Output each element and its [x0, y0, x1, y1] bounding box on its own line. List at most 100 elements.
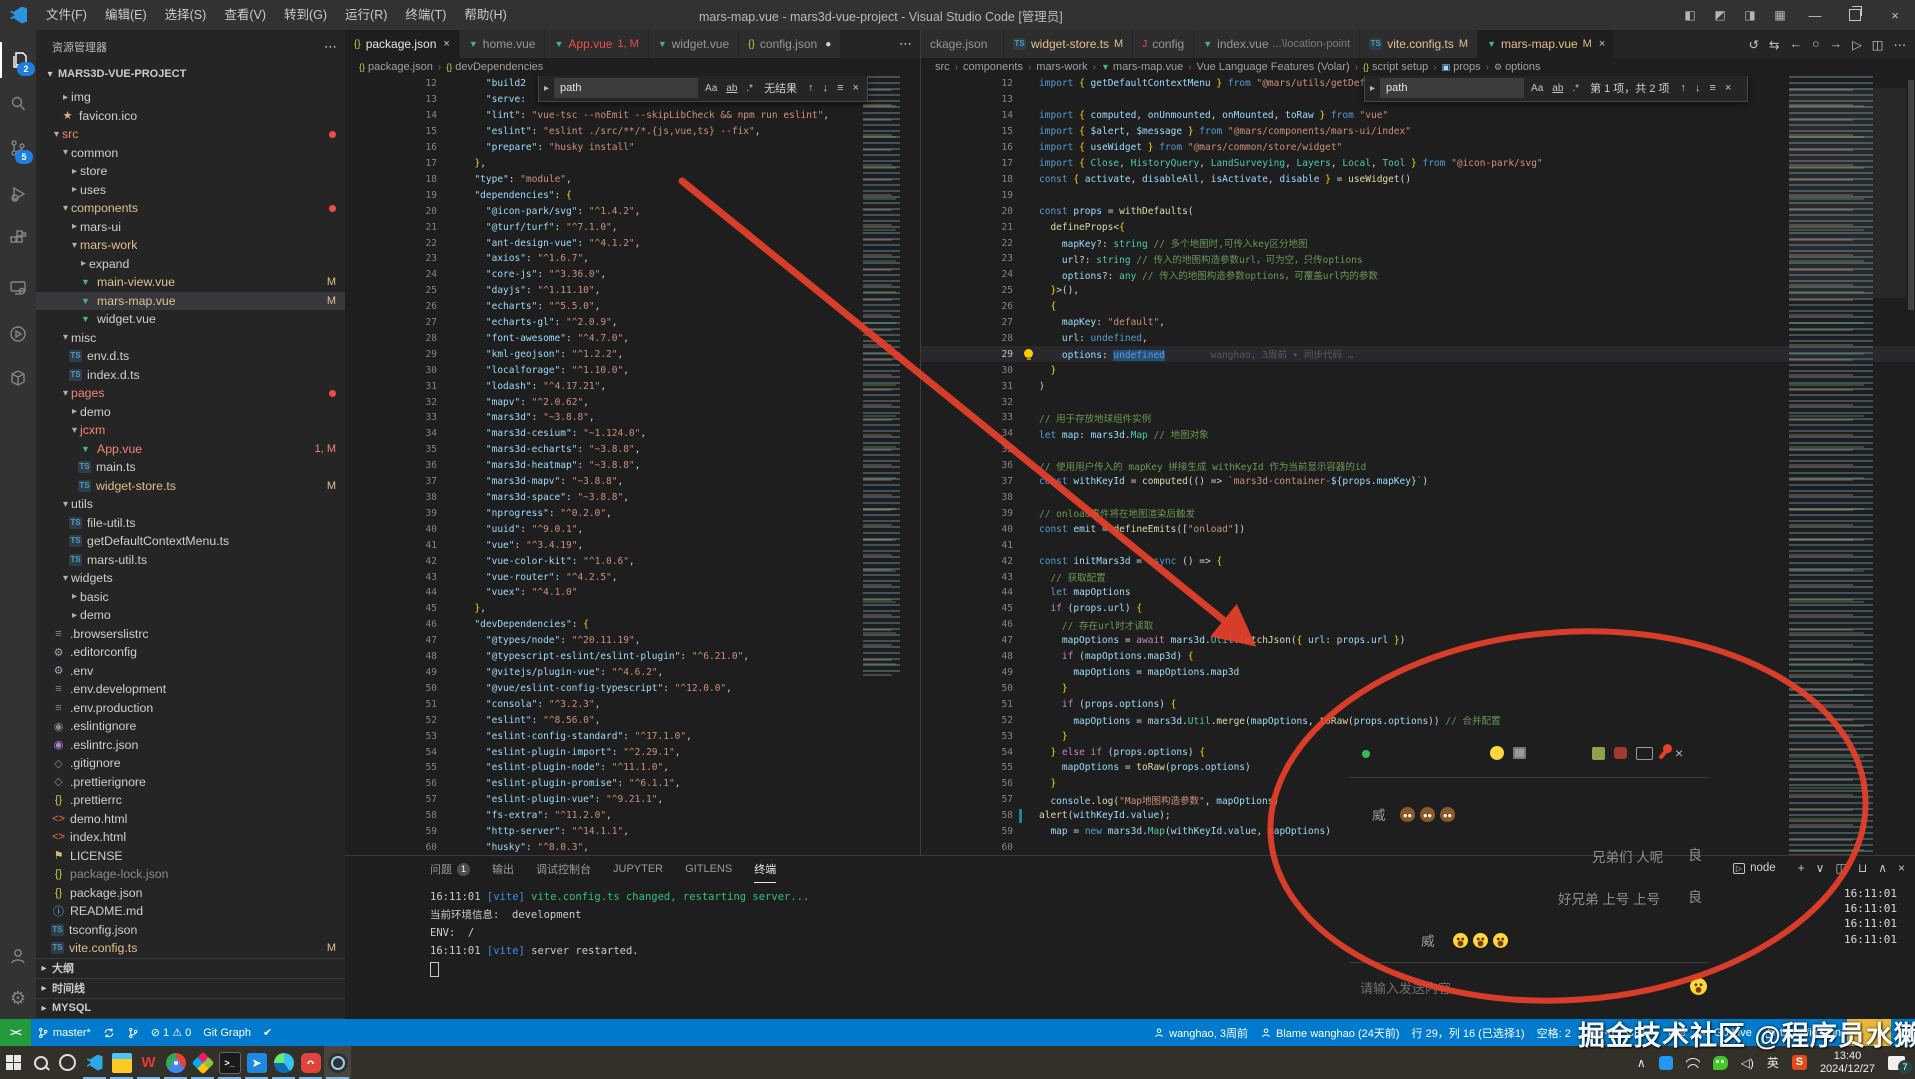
file-tree-item[interactable]: {}package.json [36, 884, 345, 903]
sidebar-section-时间线[interactable]: ▸时间线 [36, 978, 345, 998]
code-line-40[interactable]: 40const emit = defineEmits(["onload"]) [921, 521, 1915, 537]
file-tree-item[interactable]: ▾jcxm [36, 421, 345, 440]
taskbar-explorer-icon[interactable] [108, 1046, 135, 1079]
panel-tab-GITLENS[interactable]: GITLENS [685, 856, 732, 882]
settings-gear-icon[interactable]: ⚙ [0, 980, 36, 1016]
editor-tab-package.json[interactable]: {}package.json× [345, 30, 460, 58]
file-tree-item[interactable]: TSenv.d.ts [36, 347, 345, 366]
code-line-26[interactable]: 26 { [921, 299, 1915, 315]
find-prev-icon[interactable]: ↑ [1679, 82, 1689, 94]
code-line-18[interactable]: 18const { activate, disableAll, isActiva… [921, 171, 1915, 187]
taskbar-wps-icon[interactable]: W [135, 1046, 162, 1079]
menu-item[interactable]: 查看(V) [215, 0, 275, 30]
code-line-58[interactable]: 58 "fs-extra": "^11.2.0", [345, 808, 920, 824]
breadcrumb-item[interactable]: {}package.json [359, 61, 433, 73]
explorer-icon[interactable]: 2 [0, 42, 38, 78]
file-tree-item[interactable]: TSwidget-store.tsM [36, 477, 345, 496]
code-line-24[interactable]: 24 "core-js": "^3.36.0", [345, 267, 920, 283]
editor-tab-widget-store.ts[interactable]: TSwidget-store.tsM [1004, 30, 1133, 58]
file-tree-item[interactable]: ⓘREADME.md [36, 902, 345, 921]
account-icon[interactable] [0, 938, 36, 974]
minimize-button[interactable]: — [1795, 0, 1835, 30]
tab-close-icon[interactable]: × [1599, 38, 1605, 50]
file-tree-item[interactable]: ▾widgets [36, 569, 345, 588]
find-close-icon[interactable]: × [850, 82, 860, 94]
code-line-43[interactable]: 43 // 获取配置 [921, 569, 1915, 585]
menu-item[interactable]: 转到(G) [275, 0, 336, 30]
tray-wechat-icon[interactable] [1713, 1056, 1728, 1070]
file-tree-item[interactable]: ▾common [36, 144, 345, 163]
menu-item[interactable]: 编辑(E) [96, 0, 156, 30]
code-line-51[interactable]: 51 if (props.options) { [921, 696, 1915, 712]
customize-layout-icon[interactable]: ▦ [1765, 0, 1795, 30]
code-line-51[interactable]: 51 "consola": "^3.2.3", [345, 696, 920, 712]
status-item-行 29，列 16 (已选择1)[interactable]: 行 29，列 16 (已选择1) [1406, 1019, 1531, 1046]
toggle-sidebar-icon[interactable]: ◧ [1675, 0, 1705, 30]
code-line-41[interactable]: 41 [921, 537, 1915, 553]
find-input[interactable]: path [554, 78, 698, 98]
code-line-36[interactable]: 36 "mars3d-heatmap": "~3.8.8", [345, 458, 920, 474]
code-line-16[interactable]: 16 "prepare": "husky install" [345, 140, 920, 156]
file-tree-item[interactable]: TSindex.d.ts [36, 366, 345, 385]
code-line-42[interactable]: 42const initMars3d = async () => { [921, 553, 1915, 569]
file-tree-item[interactable]: ★favicon.ico [36, 107, 345, 126]
code-line-22[interactable]: 22 "ant-design-vue": "^4.1.2", [345, 235, 920, 251]
file-tree-item[interactable]: ▾utils [36, 495, 345, 514]
file-tree-item[interactable]: <>demo.html [36, 810, 345, 829]
restore-button[interactable] [1835, 0, 1875, 30]
menu-item[interactable]: 选择(S) [156, 0, 216, 30]
file-tree-item[interactable]: ▸img [36, 88, 345, 107]
file-tree-item[interactable]: ▾components [36, 199, 345, 218]
menu-item[interactable]: 帮助(H) [455, 0, 515, 30]
left-breadcrumb[interactable]: {}package.json›{}devDependencies [345, 58, 920, 76]
status-item-UTF-8[interactable]: UTF-8 [1577, 1019, 1620, 1046]
whole-word-icon[interactable]: ab [1550, 82, 1565, 95]
sidebar-section-大纲[interactable]: ▸大纲 [36, 958, 345, 978]
file-tree-item[interactable]: ▸uses [36, 181, 345, 200]
right-code-editor[interactable]: ▸ path Aa ab .* 第 1 项，共 2 项 ↑ ↓ ≡ × 12im… [921, 76, 1915, 855]
cortana-icon[interactable] [54, 1046, 81, 1079]
code-line-14[interactable]: 14 "lint": "vue-tsc --noEmit --skipLibCh… [345, 108, 920, 124]
code-line-56[interactable]: 56 "eslint-plugin-promise": "^6.1.1", [345, 776, 920, 792]
status-item-master*[interactable]: master* [31, 1019, 97, 1046]
file-tree-item[interactable]: ▸basic [36, 588, 345, 607]
tray-app-icon[interactable] [1659, 1056, 1673, 1070]
close-button[interactable]: × [1875, 0, 1915, 30]
code-line-23[interactable]: 23 "axios": "^1.6.7", [345, 251, 920, 267]
chat-screen-share-icon[interactable] [1636, 747, 1653, 760]
code-line-31[interactable]: 31) [921, 378, 1915, 394]
panel-tab-输出[interactable]: 输出 [492, 856, 514, 882]
code-line-34[interactable]: 34 "mars3d-cesium": "~1.124.0", [345, 426, 920, 442]
sidebar-section-MYSQL[interactable]: ▸MYSQL [36, 998, 345, 1018]
taskbar-red-app-icon[interactable]: ᴖ [297, 1046, 324, 1079]
breadcrumb-item[interactable]: Vue Language Features (Volar) [1197, 61, 1350, 73]
code-line-25[interactable]: 25 }>(), [921, 283, 1915, 299]
code-line-21[interactable]: 21 "@turf/turf": "^7.1.0", [345, 219, 920, 235]
chat-emoji-icon[interactable] [1490, 746, 1504, 760]
code-line-32[interactable]: 32 [921, 394, 1915, 410]
file-tree-item[interactable]: <>index.html [36, 828, 345, 847]
editor-action-icon[interactable]: ↺ [1749, 37, 1759, 52]
breadcrumb-item[interactable]: src [935, 61, 950, 73]
editor-action-icon[interactable]: ⇆ [1769, 37, 1779, 52]
explorer-more-actions-icon[interactable]: ⋯ [324, 39, 337, 55]
code-line-19[interactable]: 19 [921, 187, 1915, 203]
taskbar-search-icon[interactable] [27, 1046, 54, 1079]
start-button[interactable] [0, 1046, 27, 1079]
code-line-52[interactable]: 52 "eslint": "^8.56.0", [345, 712, 920, 728]
code-line-28[interactable]: 28 "font-awesome": "^4.7.0", [345, 331, 920, 347]
file-tree-item[interactable]: TSvite.config.tsM [36, 939, 345, 958]
file-tree-item[interactable]: ⚑LICENSE [36, 847, 345, 866]
code-line-59[interactable]: 59 "http-server": "^14.1.1", [345, 824, 920, 840]
file-tree-item[interactable]: ≡.env.production [36, 699, 345, 718]
code-line-33[interactable]: 33// 用于存放地球组件实例 [921, 410, 1915, 426]
code-line-52[interactable]: 52 mapOptions = mars3d.Util.merge(mapOpt… [921, 712, 1915, 728]
code-line-49[interactable]: 49 mapOptions = mapOptions.map3d [921, 665, 1915, 681]
editor-tab-config[interactable]: Jconfig [1133, 30, 1194, 58]
code-line-44[interactable]: 44 "vuex": "^4.1.0" [345, 585, 920, 601]
file-tree-item[interactable]: ◉.eslintignore [36, 717, 345, 736]
file-tree-item[interactable]: ▾src [36, 125, 345, 144]
find-in-selection-icon[interactable]: ≡ [1708, 82, 1718, 94]
code-line-35[interactable]: 35 [921, 442, 1915, 458]
file-tree-item[interactable]: ▼main-view.vueM [36, 273, 345, 292]
